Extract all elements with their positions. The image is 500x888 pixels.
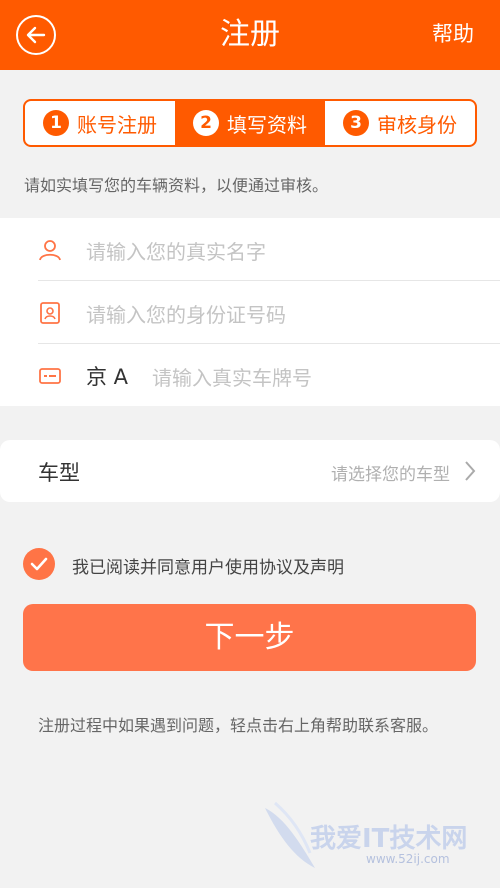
name-input[interactable]: 请输入您的真实名字 xyxy=(86,236,266,265)
id-field[interactable]: 请输入您的身份证号码 xyxy=(0,281,500,343)
plate-field[interactable]: 京 A 请输入真实车牌号 xyxy=(0,344,500,406)
step-label: 审核身份 xyxy=(377,112,457,137)
step-number: 1 xyxy=(43,110,69,136)
name-field[interactable]: 请输入您的真实名字 xyxy=(0,218,500,280)
watermark-logo: 我爱IT技术网 www.52ij.com xyxy=(260,788,480,878)
plate-prefix-selector[interactable]: 京 A xyxy=(86,361,128,391)
watermark-text: 我爱IT技术网 xyxy=(310,824,468,854)
step-label: 账号注册 xyxy=(77,112,157,137)
id-card-icon xyxy=(40,302,60,324)
agreement-text[interactable]: 我已阅读并同意用户使用协议及声明 xyxy=(72,553,344,578)
chevron-right-icon xyxy=(465,461,476,481)
step-indicator: 1 账号注册 2 填写资料 3 审核身份 xyxy=(23,99,477,147)
car-model-value: 请选择您的车型 xyxy=(331,465,450,485)
step-account-register: 1 账号注册 xyxy=(25,101,175,145)
agree-checkbox[interactable] xyxy=(23,548,55,580)
help-button[interactable]: 帮助 xyxy=(432,20,474,48)
user-icon xyxy=(39,240,61,261)
page-title: 注册 xyxy=(220,17,280,52)
step-number: 2 xyxy=(193,110,219,136)
watermark-url: www.52ij.com xyxy=(366,852,450,866)
help-note: 注册过程中如果遇到问题，轻点击右上角帮助联系客服。 xyxy=(38,716,439,735)
info-form: 请输入您的真实名字 请输入您的身份证号码 京 A 请输入真实车牌号 xyxy=(0,218,500,406)
checkmark-icon xyxy=(30,557,48,571)
instruction-text: 请如实填写您的车辆资料，以便通过审核。 xyxy=(24,176,329,195)
license-plate-icon xyxy=(39,368,61,384)
step-fill-info: 2 填写资料 xyxy=(175,101,325,145)
app-header: 注册 帮助 xyxy=(0,0,500,70)
step-verify-identity: 3 审核身份 xyxy=(325,101,475,145)
step-label: 填写资料 xyxy=(227,112,307,137)
next-step-button[interactable]: 下一步 xyxy=(23,604,476,671)
step-number: 3 xyxy=(343,110,369,136)
car-model-selector[interactable]: 车型 请选择您的车型 xyxy=(0,440,500,502)
car-model-label: 车型 xyxy=(38,461,80,485)
plate-number-input[interactable]: 请输入真实车牌号 xyxy=(152,362,312,391)
id-number-input[interactable]: 请输入您的身份证号码 xyxy=(86,299,286,328)
